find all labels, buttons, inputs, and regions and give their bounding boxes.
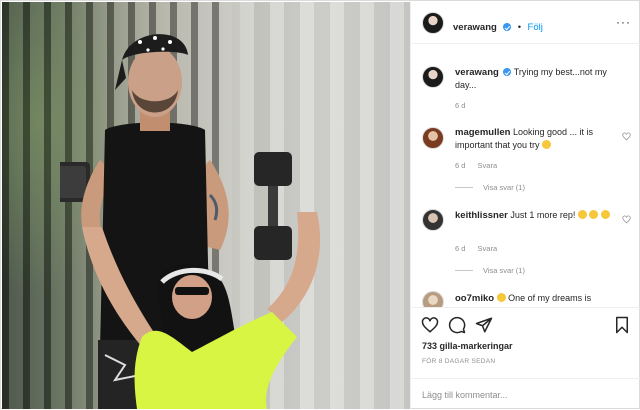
muscle-emoji-icon (589, 210, 599, 219)
reply-button[interactable]: Svara (478, 244, 498, 253)
comment-avatar[interactable] (422, 291, 444, 307)
likes-count[interactable]: 733 gilla-markeringar (422, 341, 513, 351)
comment-text: oo7miko One of my dreams is (455, 293, 592, 304)
post-side-panel: verawang • Följ ··· verawang Trying my b… (410, 2, 640, 409)
post-timestamp: FÖR 8 DAGAR SEDAN (422, 358, 496, 365)
comment-avatar[interactable] (422, 127, 444, 149)
header-author: verawang • Följ (453, 22, 543, 33)
heart-icon[interactable] (421, 316, 439, 334)
comment-icon[interactable] (448, 316, 466, 334)
instagram-post-window: verawang • Följ ··· verawang Trying my b… (0, 0, 640, 409)
view-replies-link[interactable]: Visa svar (1) (455, 183, 525, 192)
post-actions: 733 gilla-markeringar FÖR 8 DAGAR SEDAN (411, 307, 640, 409)
comment-text: magemullen Looking good ... it is import… (455, 127, 594, 150)
post-header: verawang • Följ ··· (411, 2, 640, 44)
comment-like-icon[interactable] (622, 132, 631, 141)
comment-text: keithlissner Just 1 more rep! (455, 209, 615, 222)
caption: verawang Trying my best...not my day... (455, 67, 607, 90)
comment-meta: 6 d (455, 101, 466, 110)
comment-meta: 6 d Svara (455, 244, 498, 253)
add-comment-box (411, 378, 640, 410)
grin-emoji-icon (600, 210, 610, 219)
comment-avatar[interactable] (422, 66, 444, 88)
comment-avatar[interactable] (422, 209, 444, 231)
smile-emoji-icon (542, 140, 552, 149)
comment-input[interactable] (422, 387, 622, 403)
reply-button[interactable]: Svara (478, 161, 498, 170)
author-username[interactable]: verawang (453, 22, 497, 33)
bookmark-icon[interactable] (613, 316, 631, 334)
verified-icon (503, 23, 512, 31)
more-options-icon[interactable]: ··· (616, 15, 631, 29)
woman-figure (82, 212, 321, 409)
muscle-emoji-icon (577, 210, 587, 219)
comments-list[interactable]: verawang Trying my best...not my day... … (411, 45, 640, 307)
view-replies-link[interactable]: Visa svar (1) (455, 266, 525, 275)
comment-meta: 6 d Svara (455, 161, 498, 170)
emoji-icon (496, 293, 506, 302)
author-avatar[interactable] (422, 12, 444, 34)
follow-button[interactable]: Följ (528, 22, 543, 33)
verified-icon (503, 68, 512, 76)
share-icon[interactable] (475, 316, 493, 334)
comment-like-icon[interactable] (622, 215, 631, 224)
post-photo[interactable] (2, 2, 410, 409)
